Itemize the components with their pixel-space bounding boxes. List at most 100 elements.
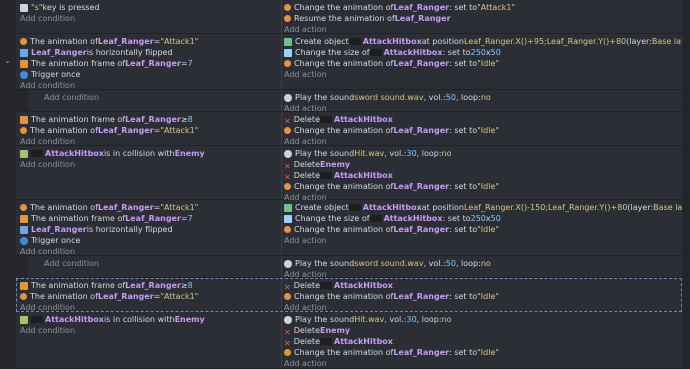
instruction-text: The animation of xyxy=(30,126,98,135)
object-name: AttackHitbox xyxy=(362,37,422,46)
add-action-link[interactable]: Add action xyxy=(284,358,682,369)
add-condition-link[interactable]: Add condition xyxy=(44,92,285,103)
instruction-text: Delete xyxy=(293,171,320,180)
object-name: Leaf_Ranger xyxy=(393,348,450,357)
add-condition-link[interactable]: Add condition xyxy=(20,325,279,336)
sub-event[interactable]: Add condition Play the sound sword sound.… xyxy=(28,256,682,279)
condition[interactable]: The animation of Leaf_Ranger = "Attack1" xyxy=(20,202,279,213)
parameter-value: Base layer xyxy=(653,203,682,212)
animation-icon xyxy=(20,38,27,45)
instruction-text: Delete xyxy=(293,160,320,169)
delete-icon: ✕ xyxy=(284,116,291,126)
animation-icon xyxy=(284,183,291,190)
add-condition-link[interactable]: Add condition xyxy=(20,159,279,170)
action[interactable]: ✕ Delete AttackHitbox xyxy=(284,336,682,347)
condition-action-divider xyxy=(281,200,282,255)
add-condition-link[interactable]: Add condition xyxy=(20,13,279,24)
condition[interactable]: The animation frame of Leaf_Ranger = 7 xyxy=(20,58,279,69)
action[interactable]: Change the size of AttackHitbox: set to … xyxy=(284,47,682,58)
instruction-text: Play the sound xyxy=(295,93,355,102)
instruction-text: , vol.: xyxy=(384,149,407,158)
instruction-text: Change the size of xyxy=(295,214,370,223)
object-thumbnail-icon xyxy=(31,316,43,323)
parameter-value: "Idle" xyxy=(477,126,500,135)
action[interactable]: ✕ Delete AttackHitbox xyxy=(284,114,682,125)
condition[interactable]: The animation of Leaf_Ranger = "Attack1" xyxy=(20,125,279,136)
condition[interactable]: The animation of Leaf_Ranger = "Attack1" xyxy=(20,36,279,47)
action[interactable]: Play the sound Hit.wav, vol.: 30, loop: … xyxy=(284,314,682,325)
condition[interactable]: Leaf_Ranger is horizontally flipped xyxy=(20,224,279,235)
collapse-chevron-icon[interactable]: ⌄ xyxy=(4,56,11,65)
sound-icon xyxy=(284,259,292,268)
action[interactable]: Create object AttackHitbox at position L… xyxy=(284,202,682,213)
action[interactable]: ✕ Delete Enemy xyxy=(284,325,682,336)
event-row[interactable]: The animation of Leaf_Ranger = "Attack1"… xyxy=(16,200,682,256)
object-name: Leaf_Ranger xyxy=(394,14,451,23)
vertical-scrollbar[interactable] xyxy=(682,0,690,369)
instruction-text: : set to xyxy=(449,59,478,68)
condition[interactable]: AttackHitbox is in collision with Enemy xyxy=(20,314,279,325)
frame-icon xyxy=(20,115,28,124)
parameter-value: "Attack1" xyxy=(477,3,516,12)
condition[interactable]: The animation frame of Leaf_Ranger = 7 xyxy=(20,213,279,224)
event-row[interactable]: "s" key is pressed Add condition Change th… xyxy=(16,0,682,34)
instruction-text: , loop: xyxy=(455,259,481,268)
object-name: Leaf_Ranger xyxy=(97,126,154,135)
object-thumbnail-icon xyxy=(369,215,382,222)
actions-column: Play the sound sword sound.wav, vol.: 50… xyxy=(284,92,682,114)
action[interactable]: Change the animation of Leaf_Ranger: set… xyxy=(284,181,682,192)
action[interactable]: Change the animation of Leaf_Ranger: set… xyxy=(284,125,682,136)
event-row[interactable]: AttackHitbox is in collision with Enemy A… xyxy=(16,146,682,203)
conditions-column: The animation of Leaf_Ranger = "Attack1"… xyxy=(20,202,279,257)
instruction-text: = xyxy=(153,37,161,46)
object-thumbnail-icon xyxy=(31,150,43,157)
action[interactable]: Resume the animation of Leaf_Ranger xyxy=(284,13,682,24)
add-action-link[interactable]: Add action xyxy=(284,235,682,246)
condition[interactable]: Trigger once xyxy=(20,235,279,246)
instruction-text: Play the sound xyxy=(295,259,355,268)
action[interactable]: Play the sound sword sound.wav, vol.: 50… xyxy=(284,258,682,269)
instruction-text: : set to xyxy=(449,348,478,357)
action[interactable]: Change the animation of Leaf_Ranger: set… xyxy=(284,2,682,13)
instruction-text: Change the animation of xyxy=(294,126,394,135)
sound-icon xyxy=(284,93,292,102)
action[interactable]: Play the sound Hit.wav, vol.: 30, loop: … xyxy=(284,148,682,159)
action[interactable]: Change the size of AttackHitbox: set to … xyxy=(284,213,682,224)
action[interactable]: Create object AttackHitbox at position L… xyxy=(284,36,682,47)
instruction-text: , loop: xyxy=(416,315,442,324)
parameter-value: 50 xyxy=(490,48,501,57)
add-action-link[interactable]: Add action xyxy=(284,69,682,80)
action[interactable]: ✕ Delete Enemy xyxy=(284,159,682,170)
event-row[interactable]: The animation of Leaf_Ranger = "Attack1"… xyxy=(16,34,682,90)
actions-column: Change the animation of Leaf_Ranger: set… xyxy=(284,2,682,35)
actions-column: Play the sound Hit.wav, vol.: 30, loop: … xyxy=(284,148,682,203)
event-gutter: ⌄ xyxy=(0,0,16,369)
event-row[interactable]: AttackHitbox is in collision with Enemy A… xyxy=(16,312,682,369)
object-thumbnail-icon xyxy=(348,204,361,211)
instruction-text: The animation of xyxy=(30,37,98,46)
instruction-text: : set to xyxy=(442,48,471,57)
object-name: AttackHitbox xyxy=(383,48,443,57)
event-row[interactable]: The animation frame of Leaf_Ranger ≥ 8 Th… xyxy=(16,112,682,146)
parameter-value: no xyxy=(480,259,491,268)
instruction-text: The animation frame of xyxy=(31,115,126,124)
conditions-column: AttackHitbox is in collision with Enemy A… xyxy=(20,148,279,170)
condition[interactable]: AttackHitbox is in collision with Enemy xyxy=(20,148,279,159)
condition[interactable]: Trigger once xyxy=(20,69,279,80)
condition[interactable]: "s" key is pressed xyxy=(20,2,279,13)
instruction-text: : set to xyxy=(449,182,478,191)
condition[interactable]: The animation frame of Leaf_Ranger ≥ 8 xyxy=(20,114,279,125)
object-name: Leaf_Ranger xyxy=(393,126,450,135)
parameter-value: "Idle" xyxy=(477,348,500,357)
action[interactable]: Change the animation of Leaf_Ranger: set… xyxy=(284,347,682,358)
instruction-text: Change the animation of xyxy=(294,3,394,12)
action[interactable]: Change the animation of Leaf_Ranger: set… xyxy=(284,58,682,69)
object-name: AttackHitbox xyxy=(334,171,393,180)
parameter-value: Hit.wav xyxy=(354,149,385,158)
add-condition-link[interactable]: Add condition xyxy=(44,258,285,269)
condition[interactable]: Leaf_Ranger is horizontally flipped xyxy=(20,47,279,58)
action[interactable]: ✕ Delete AttackHitbox xyxy=(284,170,682,181)
sub-event[interactable]: Add condition Play the sound sword sound.… xyxy=(28,90,682,114)
action[interactable]: Play the sound sword sound.wav, vol.: 50… xyxy=(284,92,682,103)
action[interactable]: Change the animation of Leaf_Ranger: set… xyxy=(284,224,682,235)
